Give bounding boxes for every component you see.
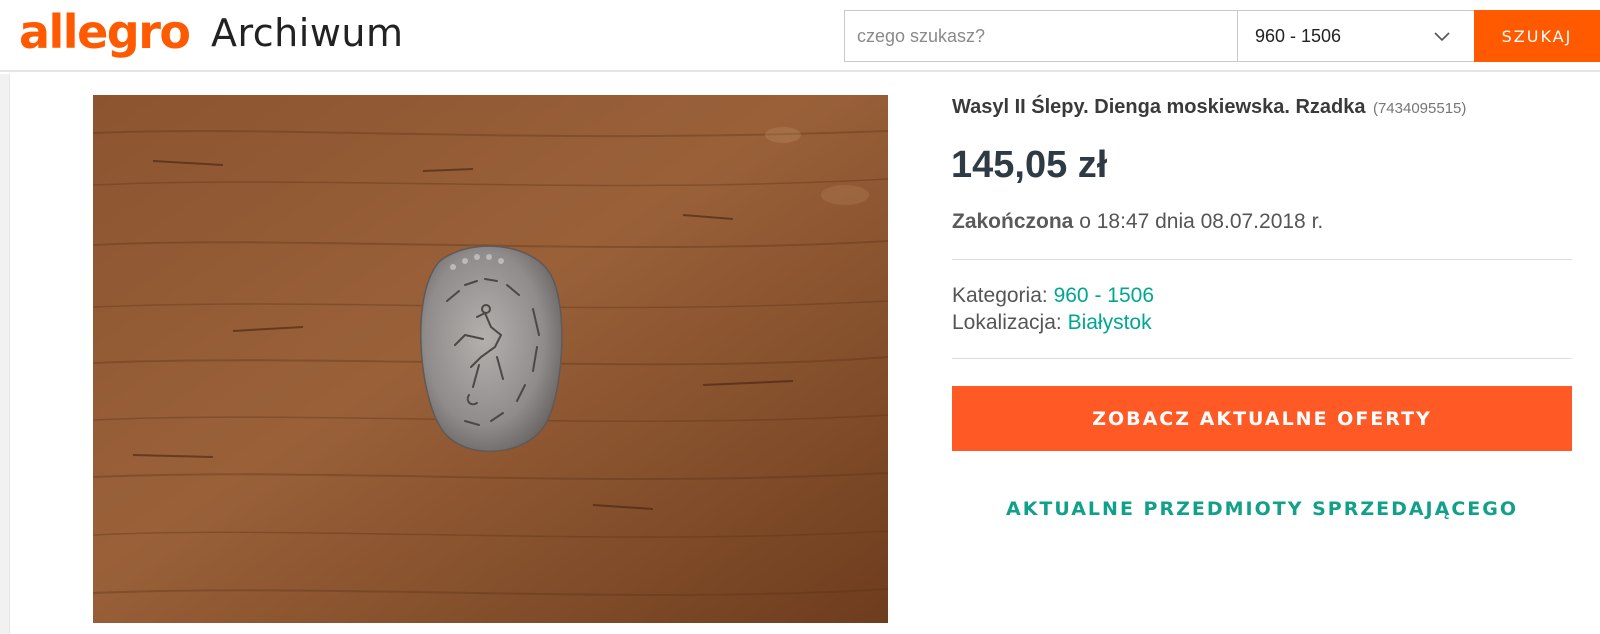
coin-photo-image xyxy=(93,95,888,623)
status-label: Zakończona xyxy=(952,210,1074,233)
listing-status: Zakończona o 18:47 dnia 08.07.2018 r. xyxy=(952,210,1323,234)
page-left-edge xyxy=(0,74,10,634)
chevron-down-icon xyxy=(1434,32,1450,42)
allegro-logo[interactable]: allegro xyxy=(19,4,191,60)
category-row: Kategoria: 960 - 1506 xyxy=(952,284,1154,308)
divider-top xyxy=(952,259,1572,260)
search-input[interactable] xyxy=(845,11,1238,61)
search-box xyxy=(844,10,1238,62)
see-current-offers-button[interactable]: ZOBACZ AKTUALNE OFERTY xyxy=(952,386,1572,451)
location-link[interactable]: Białystok xyxy=(1068,311,1152,334)
location-row: Lokalizacja: Białystok xyxy=(952,311,1152,335)
listing-id: (7434095515) xyxy=(1372,100,1467,117)
listing-title-line: Wasyl II Ślepy. Dienga moskiewska. Rzadk… xyxy=(952,96,1592,119)
status-detail: o 18:47 dnia 08.07.2018 r. xyxy=(1073,210,1324,233)
category-link[interactable]: 960 - 1506 xyxy=(1054,284,1154,307)
category-select-value: 960 - 1506 xyxy=(1255,26,1342,46)
search-button[interactable]: SZUKAJ xyxy=(1474,10,1600,62)
product-photo[interactable] xyxy=(93,95,888,623)
category-label: Kategoria: xyxy=(952,284,1054,307)
listing-title: Wasyl II Ślepy. Dienga moskiewska. Rzadk… xyxy=(952,96,1366,118)
category-select[interactable]: 960 - 1506 xyxy=(1237,10,1475,62)
divider-bottom xyxy=(952,358,1572,359)
listing-price: 145,05 zł xyxy=(951,144,1108,186)
archive-title: Archiwum xyxy=(211,11,404,55)
top-header: allegro Archiwum 960 - 1506 SZUKAJ xyxy=(0,0,1600,72)
location-label: Lokalizacja: xyxy=(952,311,1068,334)
seller-items-link[interactable]: AKTUALNE PRZEDMIOTY SPRZEDAJĄCEGO xyxy=(952,498,1572,520)
